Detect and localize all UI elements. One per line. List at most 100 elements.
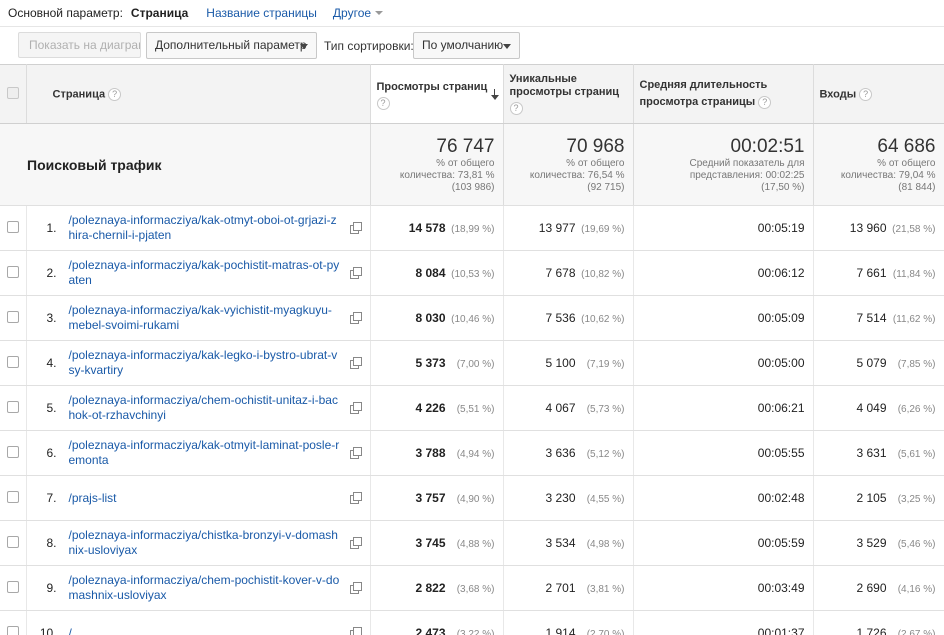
sort-type-dropdown[interactable]: По умолчанию	[413, 32, 520, 59]
page-cell: 10. /	[26, 610, 371, 635]
entrances-value: 2 105	[856, 491, 887, 505]
column-header-unique-pageviews[interactable]: Уникальные просмотры страниц ?	[503, 64, 634, 124]
unique-pageviews-value: 1 914	[545, 626, 576, 635]
row-checkbox[interactable]	[6, 265, 19, 278]
dimension-page-active[interactable]: Страница	[131, 6, 188, 20]
open-external-icon[interactable]	[349, 447, 362, 459]
pageviews-value: 8 084	[415, 266, 446, 280]
open-external-icon[interactable]	[349, 582, 362, 594]
unique-pageviews-cell: 2 701 (3,81 %)	[503, 565, 634, 611]
page-link[interactable]: /poleznaya-informacziya/chistka-bronzyi-…	[69, 528, 342, 558]
entrances-value: 1 726	[856, 626, 887, 635]
entrances-value: 3 529	[856, 536, 887, 550]
page-link[interactable]: /poleznaya-informacziya/chem-pochistit-k…	[69, 573, 342, 603]
pageviews-value: 4 226	[415, 401, 446, 415]
row-checkbox-cell	[0, 610, 27, 635]
table-toolbar: Показать на диаграмме Дополнительный пар…	[0, 26, 944, 64]
open-external-icon[interactable]	[349, 402, 362, 414]
page-link[interactable]: /poleznaya-informacziya/kak-pochistit-ma…	[69, 258, 342, 288]
summary-value: 64 686	[877, 135, 936, 157]
secondary-dimension-label: Дополнительный параметр	[155, 38, 307, 52]
row-checkbox[interactable]	[6, 580, 19, 593]
primary-dimension-label: Основной параметр:	[8, 6, 123, 20]
table-row: 9. /poleznaya-informacziya/chem-pochistit…	[0, 565, 944, 611]
secondary-dimension-dropdown[interactable]: Дополнительный параметр	[146, 32, 317, 59]
row-checkbox[interactable]	[6, 625, 19, 635]
pageviews-percent: (7,00 %)	[456, 359, 495, 370]
chevron-down-icon	[300, 44, 308, 49]
entrances-percent: (6,26 %)	[897, 404, 936, 415]
page-link[interactable]: /prajs-list	[69, 491, 117, 506]
pageviews-percent: (18,99 %)	[451, 224, 495, 235]
row-checkbox[interactable]	[6, 445, 19, 458]
column-header-avg-time[interactable]: Средняя длительность просмотра страницы …	[633, 64, 814, 124]
open-external-icon[interactable]	[349, 492, 362, 504]
unique-pageviews-percent: (4,55 %)	[586, 494, 625, 505]
entrances-cell: 7 514 (11,62 %)	[813, 295, 944, 341]
column-label-pageviews: Просмотры страниц	[376, 80, 488, 93]
dimension-page-title-link[interactable]: Название страницы	[206, 6, 317, 20]
entrances-percent: (5,61 %)	[897, 449, 936, 460]
help-icon[interactable]: ?	[108, 87, 122, 101]
row-checkbox[interactable]	[6, 490, 19, 503]
entrances-value: 7 514	[856, 311, 887, 325]
page-link[interactable]: /poleznaya-informacziya/kak-otmyt-oboi-o…	[69, 213, 342, 243]
page-link[interactable]: /poleznaya-informacziya/kak-legko-i-byst…	[69, 348, 342, 378]
page-link[interactable]: /poleznaya-informacziya/kak-vyichistit-m…	[69, 303, 342, 333]
row-checkbox-cell	[0, 295, 27, 341]
entrances-percent: (7,85 %)	[897, 359, 936, 370]
entrances-value: 7 661	[856, 266, 887, 280]
column-header-pageviews[interactable]: Просмотры страниц ?	[370, 64, 504, 124]
table-header-row: Страница ? Просмотры страниц ? Уникальны…	[0, 64, 944, 124]
open-external-icon[interactable]	[349, 537, 362, 549]
select-all-checkbox[interactable]	[6, 86, 19, 99]
pageviews-cell: 3 745 (4,88 %)	[370, 520, 504, 566]
open-external-icon[interactable]	[349, 222, 362, 234]
row-checkbox[interactable]	[6, 310, 19, 323]
open-external-icon[interactable]	[349, 312, 362, 324]
entrances-cell: 5 079 (7,85 %)	[813, 340, 944, 386]
row-checkbox-cell	[0, 565, 27, 611]
help-icon[interactable]: ?	[758, 95, 772, 109]
entrances-percent: (5,46 %)	[897, 539, 936, 550]
row-number: 6.	[46, 446, 57, 460]
sort-type-value: По умолчанию	[422, 38, 504, 52]
page-cell: 5. /poleznaya-informacziya/chem-ochistit-…	[26, 385, 371, 431]
page-link[interactable]: /poleznaya-informacziya/kak-otmyit-lamin…	[69, 438, 342, 468]
open-external-icon[interactable]	[349, 627, 362, 635]
avg-time-cell: 00:05:00	[633, 340, 814, 386]
unique-pageviews-cell: 3 230 (4,55 %)	[503, 475, 634, 521]
show-on-chart-button[interactable]: Показать на диаграмме	[18, 32, 141, 58]
pageviews-percent: (3,68 %)	[456, 584, 495, 595]
dimension-other-dropdown[interactable]: Другое	[333, 6, 384, 20]
help-icon[interactable]: ?	[376, 96, 390, 110]
row-checkbox-cell	[0, 520, 27, 566]
help-icon[interactable]: ?	[859, 87, 873, 101]
avg-time-cell: 00:06:12	[633, 250, 814, 296]
page-link[interactable]: /poleznaya-informacziya/chem-ochistit-un…	[69, 393, 342, 423]
row-checkbox[interactable]	[6, 220, 19, 233]
unique-pageviews-value: 7 536	[545, 311, 576, 325]
open-external-icon[interactable]	[349, 267, 362, 279]
avg-time-cell: 00:03:49	[633, 565, 814, 611]
avg-time-cell: 00:06:21	[633, 385, 814, 431]
row-checkbox[interactable]	[6, 400, 19, 413]
entrances-value: 4 049	[856, 401, 887, 415]
page-link[interactable]: /	[69, 626, 72, 635]
page-cell: 3. /poleznaya-informacziya/kak-vyichistit…	[26, 295, 371, 341]
help-icon[interactable]: ?	[509, 102, 523, 115]
row-number: 4.	[46, 356, 57, 370]
column-header-page[interactable]: Страница ?	[26, 64, 371, 124]
column-header-entrances[interactable]: Входы ?	[813, 64, 944, 124]
table-row: 5. /poleznaya-informacziya/chem-ochistit-…	[0, 385, 944, 431]
summary-avg-time: 00:02:51 Средний показатель для представ…	[633, 123, 814, 206]
summary-sub: (103 986)	[451, 181, 495, 193]
row-checkbox[interactable]	[6, 535, 19, 548]
unique-pageviews-percent: (2,70 %)	[586, 629, 625, 635]
row-checkbox[interactable]	[6, 355, 19, 368]
column-label-unique-pageviews: Уникальные просмотры страниц	[509, 73, 620, 98]
open-external-icon[interactable]	[349, 357, 362, 369]
summary-sub: количества: 79,04 %	[840, 169, 936, 181]
unique-pageviews-value: 3 534	[545, 536, 576, 550]
unique-pageviews-cell: 7 678 (10,82 %)	[503, 250, 634, 296]
